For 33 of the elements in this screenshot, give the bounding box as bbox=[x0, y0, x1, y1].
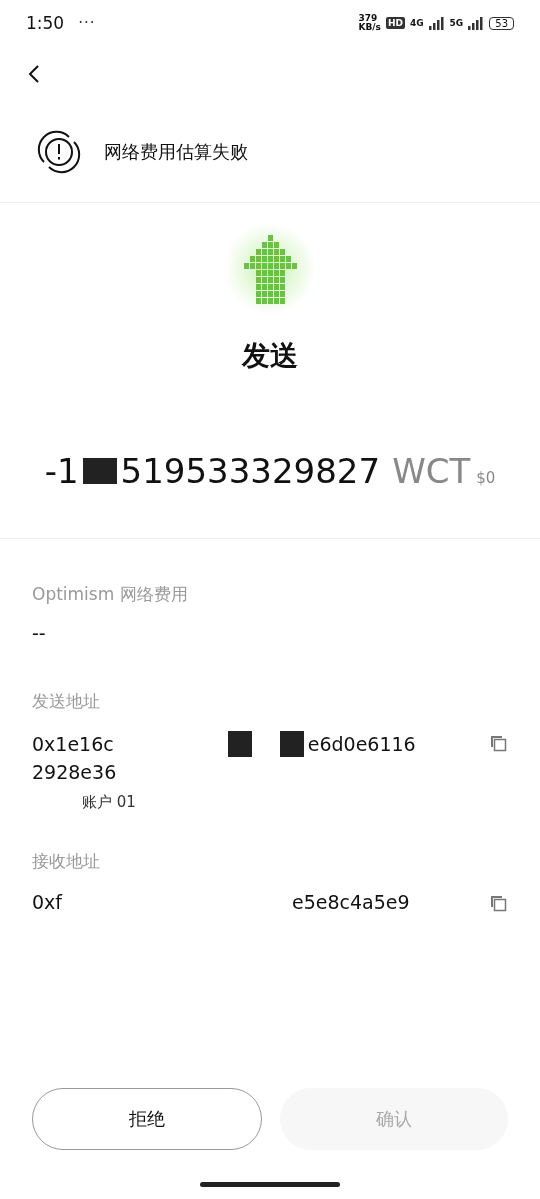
network-type: 5G bbox=[449, 18, 464, 28]
back-icon[interactable] bbox=[28, 64, 40, 84]
signal-icon bbox=[428, 16, 445, 30]
alert-message: 网络费用估算失败 bbox=[104, 140, 248, 164]
hd-badge: HD bbox=[385, 17, 405, 29]
amount-value: 519533329827 bbox=[120, 451, 381, 491]
warning-icon bbox=[36, 129, 82, 175]
redaction-block bbox=[279, 731, 304, 757]
status-more: ··· bbox=[78, 14, 96, 32]
status-time: 1:50 bbox=[26, 13, 65, 33]
address-text: 2928e36 bbox=[32, 761, 118, 783]
copy-icon[interactable] bbox=[488, 733, 508, 753]
signal-icon bbox=[468, 16, 485, 30]
redaction-block bbox=[82, 458, 117, 484]
address-text: 0x1e16c bbox=[32, 733, 114, 755]
redaction-block bbox=[227, 731, 252, 757]
battery-level: 53 bbox=[489, 16, 514, 30]
receiver-label: 接收地址 bbox=[32, 850, 101, 873]
network-speed: 379 KB/s bbox=[358, 14, 381, 32]
reject-button[interactable]: 拒绝 bbox=[32, 1088, 262, 1150]
fiat-value: $0 bbox=[476, 469, 496, 487]
address-text: e6d0e6116 bbox=[307, 733, 416, 755]
account-name: 账户 01 bbox=[81, 793, 137, 812]
token-symbol: WCT bbox=[392, 451, 471, 491]
copy-icon[interactable] bbox=[488, 893, 508, 913]
fee-label: Optimism 网络费用 bbox=[32, 583, 189, 606]
network-type: 4G bbox=[409, 18, 424, 28]
address-text: 0xf bbox=[32, 891, 63, 913]
address-text: e5e8c4a5e9 bbox=[292, 891, 410, 913]
fee-value: -- bbox=[32, 622, 47, 644]
action-title: 发送 bbox=[242, 338, 298, 374]
sender-label: 发送地址 bbox=[32, 690, 101, 713]
amount-value: -1 bbox=[44, 451, 79, 491]
